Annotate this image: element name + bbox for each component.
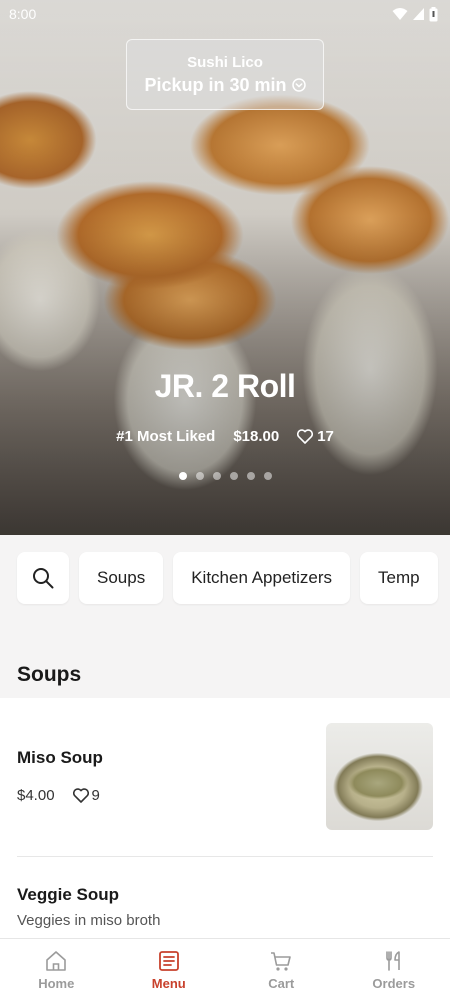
status-icons — [392, 6, 438, 22]
carousel-dot[interactable] — [246, 472, 255, 480]
nav-item-home[interactable]: Home — [0, 939, 113, 1000]
menu-item-name: Miso Soup — [17, 748, 103, 767]
carousel-dot[interactable] — [195, 472, 204, 480]
menu-item-likes: 9 — [72, 787, 100, 804]
menu-item-likes-count: 9 — [91, 787, 100, 804]
menu-item-description: Veggies in miso broth — [17, 912, 161, 929]
pickup-time-row: Pickup in 30 min — [144, 74, 306, 96]
featured-item-meta: #1 Most Liked $18.00 17 — [0, 428, 450, 445]
hero-banner[interactable]: 8:00 Sushi Lico Pickup in 30 min JR. 2 R… — [0, 0, 450, 535]
carousel-dots[interactable] — [0, 472, 450, 480]
orders-icon — [385, 951, 400, 971]
search-icon — [33, 568, 54, 589]
menu-item-image — [326, 723, 433, 830]
category-area: Soups Kitchen Appetizers Temp Soups — [0, 535, 450, 698]
menu-item[interactable]: Miso Soup $4.00 9 — [0, 698, 450, 857]
heart-icon — [72, 788, 89, 803]
nav-label-home: Home — [38, 976, 75, 991]
nav-item-orders[interactable]: Orders — [338, 939, 450, 1000]
chevron-circle-down-icon — [291, 78, 306, 92]
featured-item-title: JR. 2 Roll — [154, 368, 296, 404]
status-bar: 8:00 — [0, 0, 450, 28]
category-chip-kitchen-appetizers[interactable]: Kitchen Appetizers — [173, 552, 351, 604]
home-icon — [46, 951, 67, 971]
heart-icon — [297, 429, 314, 444]
battery-icon — [429, 6, 438, 21]
featured-price: $18.00 — [233, 428, 280, 445]
pickup-time: Pickup in 30 min — [144, 74, 287, 95]
carousel-dot[interactable] — [263, 472, 272, 480]
menu-icon — [158, 951, 179, 971]
carousel-dot[interactable] — [178, 472, 187, 480]
cart-icon — [271, 952, 292, 971]
signal-icon — [413, 8, 424, 20]
nav-label-menu: Menu — [151, 976, 186, 991]
pickup-selector[interactable]: Sushi Lico Pickup in 30 min — [126, 39, 324, 110]
status-time: 8:00 — [9, 6, 37, 22]
wifi-icon — [392, 8, 408, 20]
featured-likes: 17 — [297, 428, 334, 445]
category-chip-soups[interactable]: Soups — [79, 552, 164, 604]
menu-item[interactable]: Veggie Soup Veggies in miso broth — [0, 857, 450, 940]
section-title: Soups — [17, 663, 82, 686]
nav-label-orders: Orders — [372, 976, 416, 991]
menu-item-name: Veggie Soup — [17, 885, 120, 904]
carousel-dot[interactable] — [212, 472, 221, 480]
featured-badge: #1 Most Liked — [116, 428, 216, 445]
menu-item-price: $4.00 — [17, 787, 55, 804]
nav-item-cart[interactable]: Cart — [225, 939, 338, 1000]
nav-label-cart: Cart — [268, 976, 295, 991]
search-button[interactable] — [17, 552, 69, 604]
category-chip-tempura[interactable]: Temp — [360, 552, 438, 604]
category-chips: Soups Kitchen Appetizers Temp — [17, 552, 438, 604]
carousel-dot[interactable] — [229, 472, 238, 480]
menu-item-meta: $4.00 9 — [17, 787, 100, 804]
featured-likes-count: 17 — [317, 428, 334, 445]
store-name: Sushi Lico — [187, 53, 263, 71]
bottom-nav: Home Menu Cart Orders — [0, 938, 450, 1000]
nav-item-menu[interactable]: Menu — [113, 939, 226, 1000]
